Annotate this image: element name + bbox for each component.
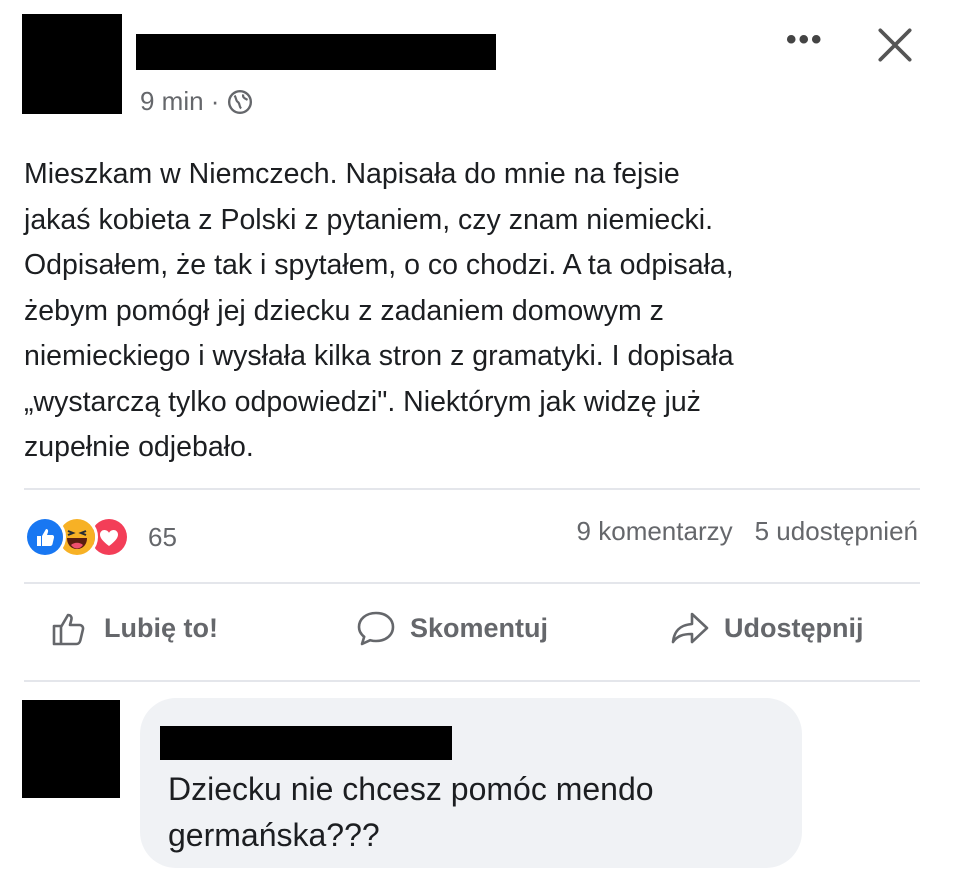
post-text: Mieszkam w Niemczech. Napisała do mnie n… xyxy=(24,158,734,463)
post-meta: 9 min · xyxy=(140,86,253,117)
commenter-name-redacted[interactable] xyxy=(160,726,452,760)
post-time[interactable]: 9 min · xyxy=(140,86,219,117)
engagement-counts: 9 komentarzy 5 udostępnień xyxy=(577,516,918,547)
share-arrow-icon xyxy=(671,612,709,644)
like-button-label: Lubię to! xyxy=(104,612,218,643)
share-button[interactable]: Udostępnij xyxy=(668,606,864,650)
thumbs-up-icon xyxy=(52,613,85,646)
share-button-label: Udostępnij xyxy=(724,612,864,643)
reaction-count[interactable]: 65 xyxy=(148,522,177,553)
like-icon xyxy=(24,516,66,558)
speech-bubble-icon xyxy=(357,611,395,646)
comments-count[interactable]: 9 komentarzy xyxy=(577,516,733,547)
author-avatar-redacted[interactable] xyxy=(22,14,122,114)
post-actions-bar: Lubię to! Skomentuj Udostępnij xyxy=(0,606,960,662)
divider xyxy=(24,488,920,490)
comment-button-label: Skomentuj xyxy=(410,612,549,643)
reactions-summary[interactable]: 65 xyxy=(24,516,177,558)
like-button[interactable]: Lubię to! xyxy=(48,606,218,650)
globe-icon xyxy=(228,89,253,114)
more-options-icon[interactable]: ••• xyxy=(786,25,824,55)
divider xyxy=(24,582,920,584)
commenter-avatar-redacted[interactable] xyxy=(22,700,120,798)
divider xyxy=(24,680,920,682)
comment-button[interactable]: Skomentuj xyxy=(354,606,548,650)
shares-count[interactable]: 5 udostępnień xyxy=(755,516,918,547)
author-name-redacted[interactable] xyxy=(136,34,496,70)
close-icon[interactable] xyxy=(874,24,916,66)
comment-text: Dziecku nie chcesz pomóc mendo germańska… xyxy=(168,771,654,853)
